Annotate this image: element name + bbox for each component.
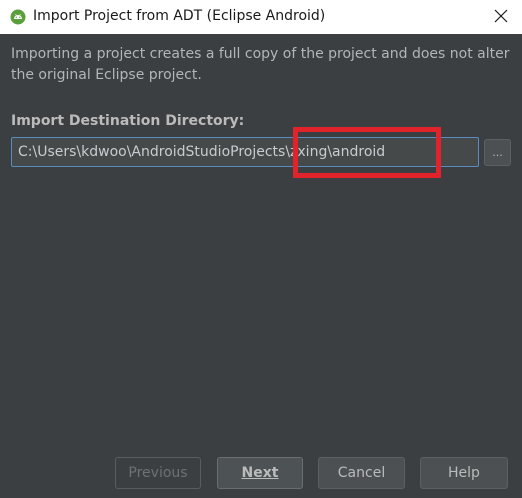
- dialog-body: Importing a project creates a full copy …: [0, 34, 522, 498]
- next-button-label: Next: [241, 465, 279, 481]
- title-bar: Import Project from ADT (Eclipse Android…: [0, 0, 522, 34]
- close-icon: [494, 8, 508, 27]
- destination-path-input[interactable]: [11, 137, 479, 167]
- browse-button[interactable]: ...: [484, 139, 511, 166]
- previous-button[interactable]: Previous: [115, 457, 201, 489]
- next-button[interactable]: Next: [217, 457, 303, 489]
- description-text: Importing a project creates a full copy …: [11, 46, 510, 83]
- android-studio-icon: [10, 9, 26, 25]
- close-button[interactable]: [488, 4, 514, 30]
- window-title: Import Project from ADT (Eclipse Android…: [33, 8, 326, 24]
- help-button[interactable]: Help: [420, 457, 508, 489]
- destination-label: Import Destination Directory:: [11, 113, 245, 129]
- cancel-button[interactable]: Cancel: [318, 457, 405, 489]
